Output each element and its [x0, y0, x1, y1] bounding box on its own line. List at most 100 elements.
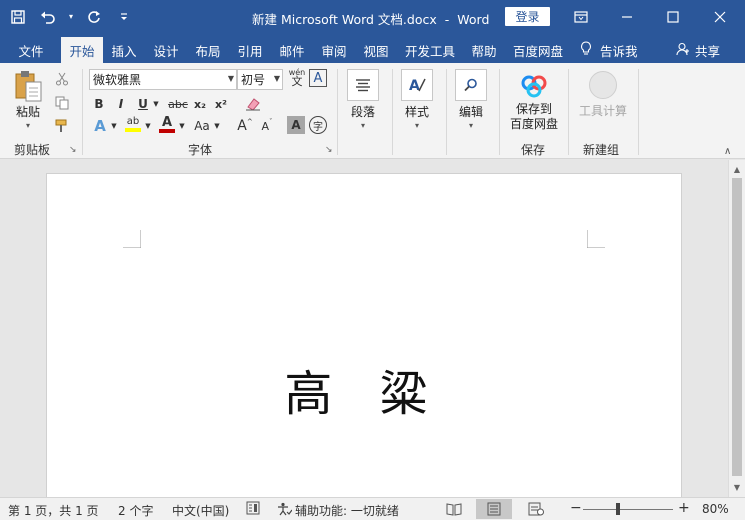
new-group-label: 新建组	[583, 143, 620, 157]
styles-button[interactable]: A 样式 ▾	[401, 69, 433, 130]
group-separator	[337, 69, 338, 155]
tab-insert[interactable]: 插入	[105, 37, 143, 63]
zoom-slider[interactable]	[583, 509, 673, 510]
font-name-select[interactable]: 微软雅黑 ▼	[89, 69, 237, 90]
clear-formatting-icon[interactable]	[243, 94, 263, 114]
scrollbar-thumb[interactable]	[732, 178, 742, 476]
cut-icon[interactable]	[52, 69, 72, 89]
change-case-button[interactable]: Aa	[191, 116, 213, 136]
chevron-down-icon: ▾	[360, 121, 365, 130]
font-color-button[interactable]: A	[156, 114, 178, 134]
tab-view[interactable]: 视图	[357, 37, 395, 63]
clipboard-icon	[12, 69, 44, 103]
grow-font-button[interactable]: A ^	[236, 116, 254, 136]
page-info[interactable]: 第 1 页，共 1 页	[8, 502, 99, 519]
tab-mailings[interactable]: 邮件	[273, 37, 311, 63]
accessibility-label: 辅助功能: 一切就绪	[295, 504, 399, 518]
subscript-button[interactable]: x₂	[191, 94, 209, 114]
font-size-select[interactable]: 初号 ▼	[237, 69, 283, 90]
document-page[interactable]: 高 粱	[46, 173, 682, 497]
copy-icon[interactable]	[52, 93, 72, 113]
save-to-baidu-label-line2: 百度网盘	[509, 117, 558, 131]
tab-developer[interactable]: 开发工具	[401, 37, 459, 63]
superscript-button[interactable]: x²	[212, 94, 230, 114]
word-count[interactable]: 2 个字	[118, 502, 153, 519]
chevron-down-icon[interactable]: ▼	[144, 116, 152, 136]
italic-button[interactable]: I	[112, 94, 130, 114]
tell-me-label: 告诉我	[600, 43, 638, 59]
styles-label: 样式	[404, 105, 429, 119]
login-button[interactable]: 登录	[505, 7, 550, 26]
tab-layout[interactable]: 布局	[189, 37, 227, 63]
paragraph-label: 段落	[350, 105, 375, 119]
print-layout-icon[interactable]	[476, 499, 512, 519]
vertical-scrollbar[interactable]: ▲ ▼	[728, 160, 745, 497]
tab-references[interactable]: 引用	[231, 37, 269, 63]
save-to-baidu-label-line1: 保存到	[515, 102, 552, 116]
chevron-down-icon[interactable]: ▼	[110, 116, 118, 136]
zoom-slider-thumb[interactable]	[616, 503, 620, 515]
document-body-text[interactable]: 高 粱	[47, 354, 681, 424]
character-shading-icon[interactable]: A	[287, 116, 305, 134]
highlight-swatch	[125, 128, 141, 132]
scroll-down-icon[interactable]: ▼	[729, 479, 745, 495]
paste-button[interactable]: 粘贴 ▾	[12, 69, 44, 130]
chevron-down-icon: ▾	[25, 121, 30, 130]
save-to-baidu-button[interactable]: 保存到 百度网盘	[507, 71, 561, 132]
zoom-level[interactable]: 80%	[702, 502, 729, 516]
web-layout-icon[interactable]	[524, 499, 548, 519]
title-separator: -	[444, 12, 450, 27]
tab-baidu-netdisk[interactable]: 百度网盘	[509, 37, 567, 63]
ribbon-display-options-icon[interactable]	[558, 0, 604, 33]
paragraph-icon	[347, 69, 379, 101]
zoom-out-button[interactable]: −	[570, 500, 582, 516]
zoom-in-button[interactable]: +	[678, 500, 690, 516]
share-label: 共享	[695, 43, 721, 59]
redo-icon[interactable]	[82, 5, 106, 29]
maximize-icon[interactable]	[650, 0, 696, 33]
close-icon[interactable]	[697, 0, 743, 33]
font-group-label: 字体	[188, 143, 213, 157]
text-effects-icon[interactable]: A	[90, 116, 110, 136]
chevron-down-icon[interactable]: ▼	[152, 94, 160, 114]
strikethrough-button[interactable]: abc	[166, 94, 190, 114]
tab-file[interactable]: 文件	[9, 37, 53, 63]
paragraph-button[interactable]: 段落 ▾	[347, 69, 379, 130]
tab-home[interactable]: 开始	[61, 37, 103, 63]
share-button[interactable]: 共享	[676, 37, 720, 63]
chevron-down-icon: ▾	[468, 121, 473, 130]
read-mode-icon[interactable]	[442, 499, 466, 519]
clipboard-launcher-icon[interactable]: ↘	[69, 145, 77, 155]
phonetic-guide-button[interactable]: wén 文	[287, 67, 307, 87]
undo-icon[interactable]	[36, 5, 60, 29]
editing-button[interactable]: 编辑 ▾	[455, 69, 487, 130]
track-changes-icon[interactable]	[246, 501, 260, 518]
scroll-up-icon[interactable]: ▲	[729, 161, 745, 177]
underline-button[interactable]: U	[134, 94, 152, 114]
format-painter-icon[interactable]	[52, 116, 72, 136]
tab-design[interactable]: 设计	[147, 37, 185, 63]
highlighter-icon: ab	[126, 116, 140, 127]
chevron-down-icon[interactable]: ▾	[66, 5, 76, 29]
character-border-icon[interactable]: A	[309, 69, 327, 87]
tab-review[interactable]: 审阅	[315, 37, 353, 63]
customize-qat-icon[interactable]	[112, 5, 136, 29]
chevron-down-icon[interactable]: ▼	[213, 116, 221, 136]
shrink-font-button[interactable]: Aˇ	[258, 116, 276, 136]
tab-help[interactable]: 帮助	[465, 37, 503, 63]
minimize-icon[interactable]	[604, 0, 650, 33]
language-indicator[interactable]: 中文(中国)	[172, 502, 229, 519]
font-launcher-icon[interactable]: ↘	[325, 145, 333, 155]
font-color-swatch	[159, 128, 175, 133]
window-title: 新建 Microsoft Word 文档.docx - Word	[252, 9, 489, 28]
save-icon[interactable]	[6, 5, 30, 29]
group-separator	[638, 69, 639, 155]
highlight-color-button[interactable]: ab	[122, 114, 144, 134]
enclose-characters-icon[interactable]: 字	[309, 116, 327, 134]
tell-me-box[interactable]: 告诉我	[580, 37, 638, 63]
bold-button[interactable]: B	[90, 94, 108, 114]
collapse-ribbon-icon[interactable]: ∧	[724, 146, 731, 157]
accessibility-status[interactable]: 辅助功能: 一切就绪	[277, 502, 399, 519]
clipboard-group-label: 剪贴板	[14, 143, 51, 157]
chevron-down-icon[interactable]: ▼	[178, 116, 186, 136]
